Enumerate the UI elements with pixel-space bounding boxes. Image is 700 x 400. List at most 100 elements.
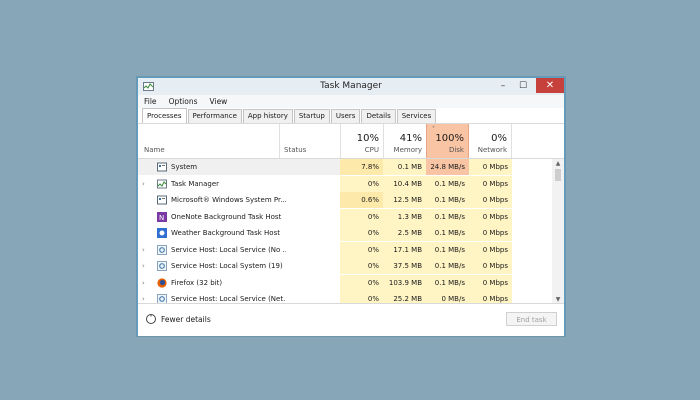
expand-chevron-icon[interactable]: › (142, 176, 152, 192)
process-memory: 2.5 MB (383, 225, 426, 241)
process-name: Microsoft® Windows System Pr... (171, 196, 286, 204)
system-icon (157, 195, 167, 205)
process-network: 0 Mbps (469, 225, 512, 241)
column-header-network[interactable]: 0% Network (469, 124, 512, 158)
process-disk: 0.1 MB/s (426, 241, 469, 258)
network-total: 0% (491, 133, 507, 144)
process-network: 0 Mbps (469, 159, 512, 175)
column-label-disk: Disk (448, 146, 464, 154)
expand-chevron-icon[interactable]: › (142, 275, 152, 291)
process-memory: 1.3 MB (383, 208, 426, 225)
table-row[interactable]: › Service Host: Local System (19) 0% 37.5 M… (138, 258, 552, 274)
process-name: Weather Background Task Host (171, 229, 280, 237)
process-cpu: 0% (340, 175, 383, 192)
tab-app-history[interactable]: App history (242, 109, 293, 123)
table-row[interactable]: System 7.8% 0.1 MB 24.8 MB/s 0 Mbps (138, 159, 552, 175)
column-header-status[interactable]: Status (280, 124, 340, 158)
column-label-name: Name (144, 146, 165, 154)
system-icon (157, 162, 167, 172)
expand-chevron-icon[interactable]: › (142, 258, 152, 274)
process-network: 0 Mbps (469, 258, 512, 274)
expand-chevron-icon[interactable] (142, 192, 152, 208)
process-memory: 103.9 MB (383, 274, 426, 291)
task-manager-window: Task Manager – ☐ ✕ File Options View Pro… (137, 77, 565, 336)
column-header-name[interactable]: Name (138, 124, 280, 158)
process-cpu: 0.6% (340, 192, 383, 208)
process-name: Service Host: Local System (19) (171, 262, 283, 270)
column-header-memory[interactable]: 41% Memory (383, 124, 426, 158)
process-disk: 0.1 MB/s (426, 175, 469, 192)
title-bar[interactable]: Task Manager – ☐ ✕ (138, 78, 564, 95)
tab-processes[interactable]: Processes (142, 108, 187, 124)
tab-startup[interactable]: Startup (293, 109, 330, 123)
table-row[interactable]: Microsoft® Windows System Pr... 0.6% 12.5 … (138, 192, 552, 208)
column-header-cpu[interactable]: 10% CPU (340, 124, 383, 158)
chevron-up-circle-icon[interactable]: ˄ (146, 314, 156, 324)
expand-chevron-icon[interactable] (142, 209, 152, 225)
process-name: System (171, 159, 286, 175)
scroll-up-icon[interactable]: ▲ (552, 159, 564, 168)
task-manager-icon (157, 179, 167, 189)
memory-total: 41% (399, 133, 422, 144)
process-name: Firefox (32 bit) (171, 278, 223, 287)
process-network: 0 Mbps (469, 192, 512, 208)
column-label-memory: Memory (393, 146, 422, 154)
menu-options[interactable]: Options (163, 97, 204, 106)
process-name: Service Host: Local Service (No ... (171, 245, 286, 254)
tab-performance[interactable]: Performance (187, 109, 242, 123)
onenote-icon: N (157, 211, 167, 222)
scroll-thumb[interactable] (555, 169, 561, 181)
process-disk: 0.1 MB/s (426, 274, 469, 291)
sort-arrow-icon: ˅ (432, 126, 435, 133)
process-network: 0 Mbps (469, 241, 512, 258)
fewer-details-link[interactable]: Fewer details (161, 315, 211, 324)
process-name: Task Manager (171, 179, 220, 188)
menu-bar: File Options View (138, 95, 564, 108)
close-button[interactable]: ✕ (536, 78, 564, 93)
tab-details[interactable]: Details (361, 109, 396, 123)
table-row[interactable]: › Task Manager 0% 10.4 MB 0.1 MB/s 0 Mbps (138, 175, 552, 192)
process-name: OneNote Background Task Host (171, 212, 282, 221)
process-cpu: 0% (340, 274, 383, 291)
process-disk: 0.1 MB/s (426, 225, 469, 241)
table-row[interactable]: › Firefox (32 bit) 0% 103.9 MB 0.1 MB/s 0 Mbp… (138, 274, 552, 291)
process-disk: 0.1 MB/s (426, 208, 469, 225)
process-memory: 0.1 MB (383, 159, 426, 175)
firefox-icon (157, 277, 167, 288)
expand-chevron-icon[interactable]: › (142, 242, 152, 258)
process-disk: 0.1 MB/s (426, 258, 469, 274)
tab-services[interactable]: Services (396, 109, 437, 123)
weather-icon (157, 228, 167, 238)
table-row[interactable]: Weather Background Task Host 0% 2.5 MB 0.1 … (138, 225, 552, 241)
expand-chevron-icon[interactable] (142, 225, 152, 241)
process-memory: 10.4 MB (383, 175, 426, 192)
menu-file[interactable]: File (138, 97, 163, 106)
process-disk: 0.1 MB/s (426, 192, 469, 208)
vertical-scrollbar[interactable]: ▲ ▼ (552, 159, 564, 304)
column-header-disk[interactable]: ˅ 100% Disk (426, 124, 469, 158)
process-cpu: 0% (340, 258, 383, 274)
minimize-button[interactable]: – (492, 78, 514, 93)
process-disk: 24.8 MB/s (426, 159, 469, 175)
maximize-button[interactable]: ☐ (512, 78, 534, 93)
process-list: System 7.8% 0.1 MB 24.8 MB/s 0 Mbps › Task Man… (138, 159, 552, 304)
menu-view[interactable]: View (204, 97, 234, 106)
service-gear-icon (157, 261, 167, 271)
process-memory: 17.1 MB (383, 241, 426, 258)
table-row[interactable]: N OneNote Background Task Host 0% 1.3 MB 0.1… (138, 208, 552, 225)
column-label-cpu: CPU (364, 146, 379, 154)
tab-users[interactable]: Users (330, 109, 361, 123)
service-gear-icon (157, 244, 167, 255)
process-network: 0 Mbps (469, 175, 512, 192)
process-network: 0 Mbps (469, 274, 512, 291)
process-cpu: 0% (340, 241, 383, 258)
end-task-button[interactable]: End task (506, 312, 557, 326)
process-cpu: 7.8% (340, 159, 383, 175)
table-row[interactable]: › Service Host: Local Service (No ... 0% 17… (138, 241, 552, 258)
expand-chevron-icon[interactable] (142, 159, 152, 175)
disk-total: 100% (435, 133, 464, 144)
footer-bar: ˄ Fewer details End task (138, 303, 564, 336)
cpu-total: 10% (356, 133, 379, 144)
process-table: Name Status 10% CPU 41% Memory ˅ 100% Di… (138, 123, 564, 304)
svg-text:N: N (159, 214, 164, 222)
